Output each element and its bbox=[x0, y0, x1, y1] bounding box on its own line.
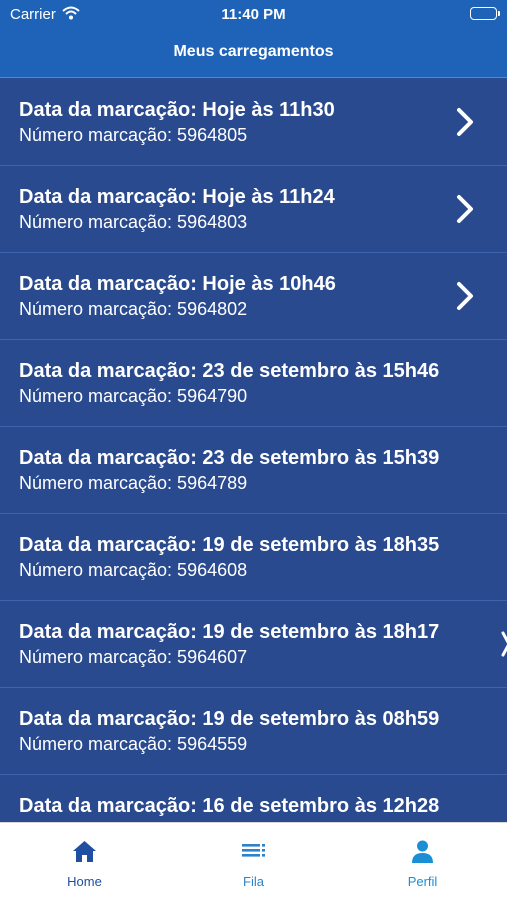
booking-row[interactable]: Data da marcação: 19 de setembro às 18h3… bbox=[0, 514, 507, 601]
booking-number: Número marcação: 5964607 bbox=[19, 647, 248, 667]
bookings-list[interactable]: Data da marcação: Hoje às 11h30 Número m… bbox=[0, 79, 507, 822]
booking-row[interactable]: Data da marcação: Hoje às 11h24 Número m… bbox=[0, 166, 507, 253]
booking-number: Número marcação: 5964805 bbox=[19, 125, 248, 145]
booking-number: Número marcação: 5964789 bbox=[19, 473, 248, 493]
tab-perfil[interactable]: Perfil bbox=[338, 823, 507, 900]
booking-date: Data da marcação: 19 de setembro às 18h1… bbox=[19, 621, 440, 643]
booking-date: Data da marcação: 16 de setembro às 12h2… bbox=[19, 795, 440, 817]
page-title: Meus carregamentos bbox=[173, 43, 334, 60]
tab-home-label: Home bbox=[67, 874, 102, 889]
list-icon bbox=[242, 844, 265, 857]
chevron-right-icon[interactable] bbox=[453, 107, 477, 137]
status-bar: Carrier 11:40 PM bbox=[0, 0, 507, 30]
booking-row[interactable]: Data da marcação: 16 de setembro às 12h2… bbox=[0, 775, 507, 822]
navigation-bar: Meus carregamentos bbox=[0, 30, 507, 78]
tab-fila-label: Fila bbox=[243, 874, 264, 889]
tab-bar: Home Fila Perfil bbox=[0, 822, 507, 900]
home-icon bbox=[73, 841, 96, 862]
clock: 11:40 PM bbox=[221, 6, 286, 23]
tab-perfil-label: Perfil bbox=[407, 874, 438, 889]
booking-date: Data da marcação: 23 de setembro às 15h3… bbox=[19, 447, 440, 469]
battery-icon bbox=[470, 7, 500, 20]
person-icon bbox=[412, 840, 433, 863]
tab-home[interactable]: Home bbox=[0, 823, 169, 900]
chevron-right-icon[interactable] bbox=[501, 631, 507, 657]
chevron-right-icon[interactable] bbox=[453, 281, 477, 311]
booking-date: Data da marcação: 19 de setembro às 08h5… bbox=[19, 708, 440, 730]
booking-number: Número marcação: 5964559 bbox=[19, 734, 248, 754]
booking-row[interactable]: Data da marcação: 19 de setembro às 18h1… bbox=[0, 601, 507, 688]
booking-number: Número marcação: 5964790 bbox=[19, 386, 248, 406]
booking-row[interactable]: Data da marcação: Hoje às 11h30 Número m… bbox=[0, 79, 507, 166]
booking-date: Data da marcação: Hoje às 10h46 bbox=[19, 273, 336, 295]
chevron-right-icon[interactable] bbox=[453, 194, 477, 224]
booking-date: Data da marcação: Hoje às 11h30 bbox=[19, 99, 335, 121]
booking-row[interactable]: Data da marcação: 19 de setembro às 08h5… bbox=[0, 688, 507, 775]
booking-row[interactable]: Data da marcação: Hoje às 10h46 Número m… bbox=[0, 253, 507, 340]
booking-number: Número marcação: 5964608 bbox=[19, 560, 248, 580]
booking-number: Número marcação: 5964802 bbox=[19, 299, 248, 319]
booking-row[interactable]: Data da marcação: 23 de setembro às 15h4… bbox=[0, 340, 507, 427]
booking-date: Data da marcação: 23 de setembro às 15h4… bbox=[19, 360, 440, 382]
booking-row[interactable]: Data da marcação: 23 de setembro às 15h3… bbox=[0, 427, 507, 514]
tab-fila[interactable]: Fila bbox=[169, 823, 338, 900]
booking-date: Data da marcação: Hoje às 11h24 bbox=[19, 186, 335, 208]
booking-date: Data da marcação: 19 de setembro às 18h3… bbox=[19, 534, 440, 556]
booking-number: Número marcação: 5964803 bbox=[19, 212, 248, 232]
